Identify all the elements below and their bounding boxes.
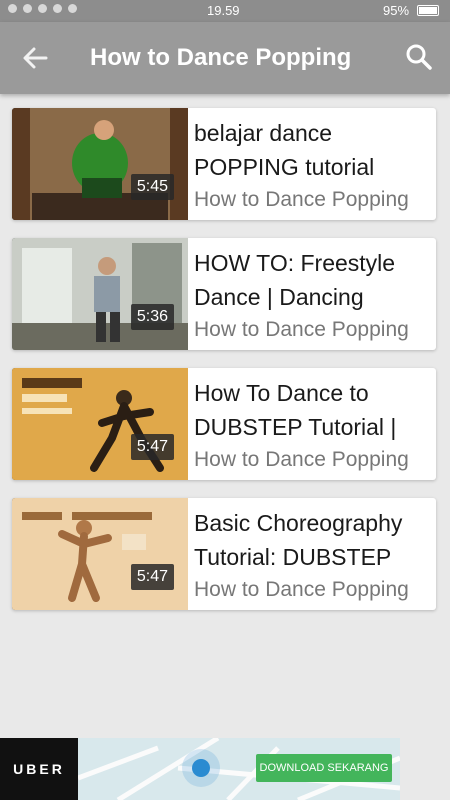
ad-banner[interactable]: UBER DOWNLOAD SEKARANG: [0, 738, 400, 800]
video-thumbnail: 5:47: [12, 368, 188, 480]
video-duration: 5:47: [130, 564, 174, 590]
video-duration: 5:36: [130, 304, 174, 330]
video-card[interactable]: 5:45 belajar dance POPPING tutorial How …: [12, 108, 436, 220]
video-title: Basic Choreography Tutorial: DUBSTEP: [194, 510, 403, 570]
video-channel: How to Dance Popping: [194, 578, 409, 601]
video-channel: How to Dance Popping: [194, 188, 409, 211]
notification-icon: [68, 4, 77, 13]
video-card[interactable]: 5:47 How To Dance to DUBSTEP Tutorial | …: [12, 368, 436, 480]
video-thumbnail: 5:45: [12, 108, 188, 220]
notification-icons: [8, 4, 77, 13]
video-title: belajar dance POPPING tutorial: [194, 120, 375, 180]
video-thumbnail: 5:47: [12, 498, 188, 610]
status-time: 19.59: [207, 3, 240, 18]
location-pin-icon: [192, 759, 210, 777]
video-card[interactable]: 5:36 HOW TO: Freestyle Dance | Dancing H…: [12, 238, 436, 350]
video-title: How To Dance to DUBSTEP Tutorial |: [194, 380, 397, 440]
notification-icon: [53, 4, 62, 13]
video-channel: How to Dance Popping: [194, 448, 409, 471]
ad-download-button[interactable]: DOWNLOAD SEKARANG: [256, 754, 392, 782]
arrow-back-icon: [23, 47, 48, 69]
video-card[interactable]: 5:47 Basic Choreography Tutorial: DUBSTE…: [12, 498, 436, 610]
video-thumbnail: 5:36: [12, 238, 188, 350]
search-icon: [406, 44, 432, 70]
notification-icon: [38, 4, 47, 13]
battery-percent: 95%: [383, 3, 410, 18]
video-duration: 5:47: [130, 434, 174, 460]
battery-icon: [417, 5, 439, 16]
notification-icon: [8, 4, 17, 13]
notification-icon: [23, 4, 32, 13]
search-button[interactable]: [404, 42, 434, 72]
status-bar: 19.59 95%: [0, 0, 450, 22]
back-button[interactable]: [20, 44, 50, 72]
app-toolbar: How to Dance Popping: [0, 22, 450, 94]
video-channel: How to Dance Popping: [194, 318, 409, 341]
video-title: HOW TO: Freestyle Dance | Dancing: [194, 250, 396, 310]
ad-brand-logo: UBER: [0, 738, 78, 800]
video-duration: 5:45: [130, 174, 174, 200]
page-title: How to Dance Popping: [90, 44, 352, 71]
